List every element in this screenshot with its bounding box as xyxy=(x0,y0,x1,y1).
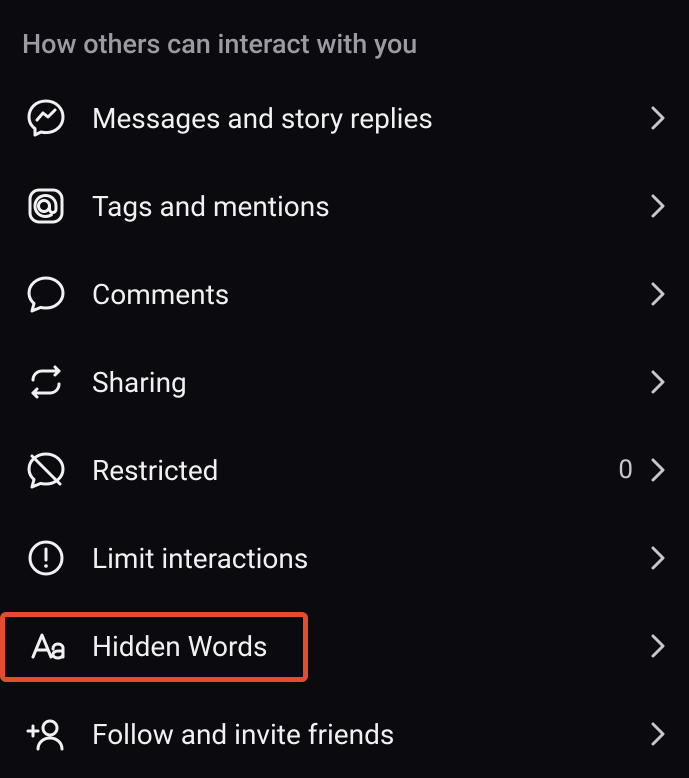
item-label: Restricted xyxy=(92,454,618,487)
item-label: Tags and mentions xyxy=(92,190,649,223)
chevron-right-icon xyxy=(649,456,667,484)
item-tags-mentions[interactable]: Tags and mentions xyxy=(0,162,689,250)
chevron-right-icon xyxy=(649,368,667,396)
chevron-right-icon xyxy=(649,280,667,308)
chevron-right-icon xyxy=(649,632,667,660)
item-restricted[interactable]: Restricted 0 xyxy=(0,426,689,514)
item-value: 0 xyxy=(618,455,633,485)
restricted-icon xyxy=(22,446,70,494)
section-header: How others can interact with you xyxy=(0,0,689,74)
item-label: Comments xyxy=(92,278,649,311)
chevron-right-icon xyxy=(649,192,667,220)
item-label: Hidden Words xyxy=(92,630,649,663)
share-icon xyxy=(22,358,70,406)
limit-icon xyxy=(22,534,70,582)
follow-invite-icon xyxy=(22,710,70,758)
item-label: Messages and story replies xyxy=(92,102,649,135)
chevron-right-icon xyxy=(649,544,667,572)
hidden-words-icon xyxy=(22,622,70,670)
item-hidden-words[interactable]: Hidden Words xyxy=(0,602,689,690)
item-label: Sharing xyxy=(92,366,649,399)
messenger-icon xyxy=(22,94,70,142)
chevron-right-icon xyxy=(649,104,667,132)
item-messages-story-replies[interactable]: Messages and story replies xyxy=(0,74,689,162)
chevron-right-icon xyxy=(649,720,667,748)
item-label: Limit interactions xyxy=(92,542,649,575)
item-comments[interactable]: Comments xyxy=(0,250,689,338)
item-sharing[interactable]: Sharing xyxy=(0,338,689,426)
at-icon xyxy=(22,182,70,230)
item-limit-interactions[interactable]: Limit interactions xyxy=(0,514,689,602)
comment-icon xyxy=(22,270,70,318)
settings-list: Messages and story replies Tags and ment… xyxy=(0,74,689,778)
item-label: Follow and invite friends xyxy=(92,718,649,751)
